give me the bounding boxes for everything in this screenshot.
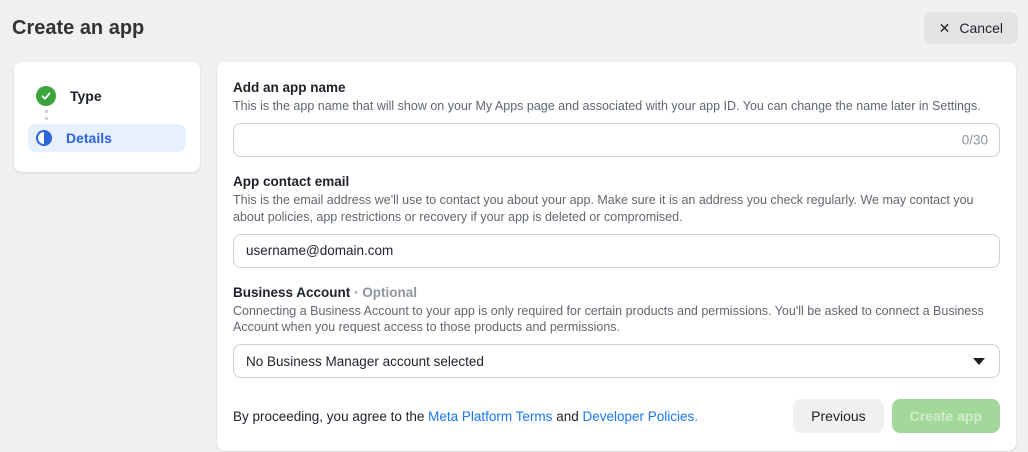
contact-email-section: App contact email This is the email addr…	[233, 174, 1000, 268]
cancel-button-label: Cancel	[959, 20, 1003, 36]
app-name-input[interactable]	[233, 123, 1000, 157]
contact-email-label: App contact email	[233, 174, 1000, 189]
business-account-dropdown[interactable]: No Business Manager account selected	[233, 344, 1000, 378]
business-account-description: Connecting a Business Account to your ap…	[233, 303, 1000, 336]
previous-button[interactable]: Previous	[793, 399, 883, 433]
stepper-step-type[interactable]: Type	[28, 86, 186, 106]
close-icon: ✕	[939, 21, 951, 35]
step-type-label: Type	[70, 88, 102, 104]
contact-email-description: This is the email address we'll use to c…	[233, 192, 1000, 225]
app-name-label: Add an app name	[233, 80, 1000, 95]
stepper-step-details[interactable]: Details	[28, 124, 186, 152]
agreement-and: and	[552, 409, 582, 424]
form-footer: By proceeding, you agree to the Meta Pla…	[233, 399, 1000, 433]
step-details-label: Details	[66, 130, 112, 146]
create-app-form: Add an app name This is the app name tha…	[217, 62, 1016, 451]
app-name-section: Add an app name This is the app name tha…	[233, 80, 1000, 157]
cancel-button[interactable]: ✕ Cancel	[924, 12, 1018, 44]
chevron-down-icon	[973, 358, 985, 365]
business-account-section: Business Account · Optional Connecting a…	[233, 285, 1000, 379]
agreement-text: By proceeding, you agree to the Meta Pla…	[233, 409, 698, 424]
page-title: Create an app	[12, 17, 144, 40]
create-app-button[interactable]: Create app	[892, 399, 1000, 433]
step-connector-dots	[45, 110, 186, 120]
optional-label: · Optional	[350, 285, 417, 300]
developer-policies-link[interactable]: Developer Policies.	[582, 409, 698, 424]
stepper-sidebar: Type Details	[14, 62, 200, 172]
app-name-description: This is the app name that will show on y…	[233, 98, 1000, 114]
contact-email-input[interactable]	[233, 234, 1000, 268]
check-circle-icon	[36, 86, 56, 106]
business-account-label-text: Business Account	[233, 285, 350, 300]
agreement-prefix: By proceeding, you agree to the	[233, 409, 428, 424]
half-circle-icon	[36, 130, 52, 146]
page-header: Create an app ✕ Cancel	[0, 0, 1028, 56]
content-area: Type Details Add an app name This is the…	[0, 56, 1028, 452]
business-account-selected-value: No Business Manager account selected	[246, 354, 484, 369]
meta-platform-terms-link[interactable]: Meta Platform Terms	[428, 409, 552, 424]
business-account-label: Business Account · Optional	[233, 285, 1000, 300]
